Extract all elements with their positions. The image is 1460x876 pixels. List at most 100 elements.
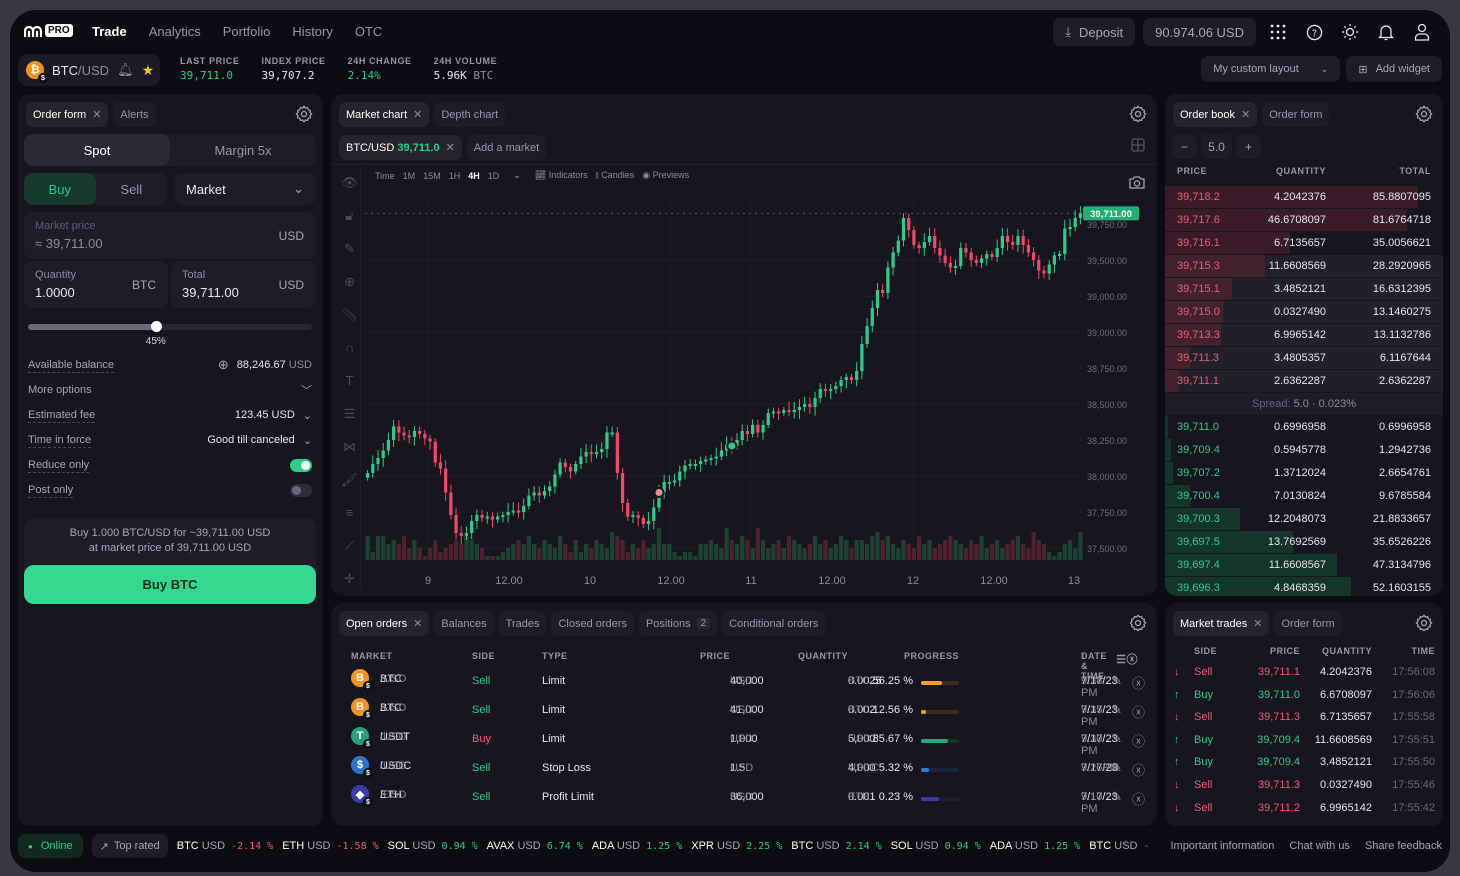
cancel-order-icon[interactable]: ⓧ (1132, 760, 1145, 779)
buy-tab[interactable]: Buy (24, 173, 96, 205)
ask-row[interactable]: 39,715.1 3.4852121 16.6312395 (1165, 278, 1443, 300)
nav-otc[interactable]: OTC (355, 24, 382, 39)
ask-row[interactable]: 39,713.3 6.9965142 13.1132786 (1165, 324, 1443, 346)
order-row[interactable]: B $ BTC/USD Sell Limit 40,000 USD 0.0025 BTC 56… (331, 669, 1157, 702)
tab-order-form[interactable]: Order form (1262, 102, 1330, 127)
buy-btc-button[interactable]: Buy BTC (24, 565, 316, 604)
fib-icon[interactable]: ☰ (339, 397, 360, 430)
interval-4h[interactable]: 4H (468, 171, 480, 181)
footer-link-share-feedback[interactable]: Share feedback (1365, 840, 1442, 852)
previews-button[interactable]: ◉ Previews (642, 170, 689, 181)
tab-market-chart[interactable]: Market chart ✕ (339, 102, 430, 127)
bid-row[interactable]: 39,700.4 7.0130824 9.6785584 (1165, 485, 1443, 507)
bid-row[interactable]: 39,696.3 4.8468359 52.1603155 (1165, 577, 1443, 596)
layout-grid-icon[interactable] (1131, 138, 1145, 152)
top-rated-button[interactable]: ↗ Top rated (91, 834, 168, 858)
ticker-item[interactable]: SOL USD 0.94 % (388, 840, 478, 852)
tab-conditional-orders[interactable]: Conditional orders (722, 611, 826, 636)
lock-icon[interactable]: 🔓︎ (339, 199, 360, 232)
cancel-order-icon[interactable]: ⓧ (1132, 789, 1145, 808)
camera-icon[interactable] (1129, 175, 1145, 189)
ask-row[interactable]: 39,718.2 4.2042376 85.8807095 (1165, 186, 1443, 208)
spot-tab[interactable]: Spot (24, 134, 170, 166)
margin-tab[interactable]: Margin 5x (170, 134, 316, 166)
tab-order-book[interactable]: Order book ✕ (1173, 102, 1258, 127)
tab-positions[interactable]: Positions 2 (638, 611, 718, 636)
sell-tab[interactable]: Sell (96, 173, 168, 205)
total-input[interactable]: Total 39,711.00 USD (171, 261, 316, 308)
help-icon[interactable]: ? (1300, 18, 1328, 46)
bid-row[interactable]: 39,711.0 0.6996958 0.6996958 (1165, 416, 1443, 438)
text-icon[interactable]: T (339, 364, 360, 397)
nav-analytics[interactable]: Analytics (149, 24, 201, 39)
magnet-icon[interactable]: ∩ (339, 331, 360, 364)
alert-bell-icon[interactable]: 🔔︎ (117, 62, 134, 78)
pair-selector[interactable]: ₿ $ BTC/USD 🔔︎ ★ (18, 54, 160, 86)
add-funds-icon[interactable]: ⊕ (218, 357, 229, 373)
ask-row[interactable]: 39,717.6 46.6708097 81.6764718 (1165, 209, 1443, 231)
more-options-row[interactable]: More options ﹀ (28, 381, 312, 399)
ask-row[interactable]: 39,715.3 11.6608569 28.2920965 (1165, 255, 1443, 277)
tab-trades[interactable]: Trades (498, 611, 547, 636)
bell-icon[interactable] (1372, 18, 1400, 46)
settings-gear-icon[interactable] (295, 105, 313, 123)
ask-row[interactable]: 39,716.1 6.7135657 35.0056621 (1165, 232, 1443, 254)
add-widget-button[interactable]: ⊞ Add widget (1346, 56, 1442, 82)
add-market-button[interactable]: Add a market (466, 135, 547, 160)
close-icon[interactable]: ✕ (446, 141, 455, 154)
tab-balances[interactable]: Balances (434, 611, 494, 636)
slider-handle[interactable] (150, 321, 162, 332)
ticker-item[interactable]: BTC USD -2.14 % (177, 840, 273, 852)
user-icon[interactable] (1408, 18, 1436, 46)
edit-pencil-icon[interactable]: ✎ (1111, 673, 1122, 689)
ticker-item[interactable]: XPR USD 2.25 % (691, 840, 782, 852)
tab-order-form[interactable]: Order form ✕ (26, 102, 109, 127)
footer-link-chat-with-us[interactable]: Chat with us (1289, 840, 1350, 852)
ticker-item[interactable]: BTC USD - (1089, 840, 1149, 852)
crosshair-icon[interactable]: ✛ (339, 562, 360, 595)
tab-market-trades[interactable]: Market trades ✕ (1173, 611, 1270, 636)
step-decrease-button[interactable]: − (1172, 134, 1197, 159)
footer-link-important-information[interactable]: Important information (1170, 840, 1274, 852)
ask-row[interactable]: 39,711.3 3.4805357 6.1167644 (1165, 347, 1443, 369)
bid-row[interactable]: 39,697.4 11.6608567 47.3134796 (1165, 554, 1443, 576)
nav-trade[interactable]: Trade (92, 24, 127, 39)
layout-select[interactable]: My custom layout ⌄ (1201, 56, 1341, 82)
bid-row[interactable]: 39,700.3 12.2048073 21.8833657 (1165, 508, 1443, 530)
sell-marker[interactable] (653, 487, 665, 498)
cancel-all-icon[interactable]: ☰ⓧ (1116, 651, 1138, 667)
cancel-order-icon[interactable]: ⓧ (1132, 702, 1145, 721)
nav-history[interactable]: History (292, 24, 332, 39)
interval-15m[interactable]: 15M (423, 171, 441, 181)
order-type-select[interactable]: Market ⌄ (174, 173, 316, 205)
theme-sun-icon[interactable] (1336, 18, 1364, 46)
settings-gear-icon[interactable] (1415, 614, 1433, 632)
close-icon[interactable]: ✕ (413, 617, 422, 630)
candles-button[interactable]: ⫾ Candles (596, 170, 634, 181)
settings-gear-icon[interactable] (1129, 614, 1147, 632)
ticker-item[interactable]: ADA USD 1.25 % (990, 840, 1080, 852)
indicators-button[interactable]: 📈︎ Indicators (535, 170, 588, 181)
interval-1h[interactable]: 1H (449, 171, 461, 181)
logo[interactable]: PRO (24, 24, 73, 37)
candlestick-chart[interactable]: 39,750.00 39,500.00 39,000.00 39,000.00 38,7… (361, 200, 1157, 596)
close-icon[interactable]: ✕ (1253, 617, 1262, 630)
ask-row[interactable]: 39,711.1 2.6362287 2.6362287 (1165, 370, 1443, 392)
ruler-icon[interactable]: 📏︎ (339, 298, 360, 331)
reduce-only-toggle[interactable] (290, 458, 312, 472)
order-row[interactable]: B $ BTC/USD Sell Limit 41,000 USD 0.002 BTC 12.… (331, 698, 1157, 731)
tab-closed-orders[interactable]: Closed orders (551, 611, 634, 636)
estimated-fee-row[interactable]: Estimated fee 123.45 USD ⌄ (28, 406, 312, 424)
step-value[interactable]: 5.0 (1201, 134, 1232, 159)
close-icon[interactable]: ✕ (413, 108, 422, 121)
amount-slider[interactable] (28, 321, 312, 332)
ticker-item[interactable]: BTC USD 2.14 % (791, 840, 881, 852)
ticker-item[interactable]: AVAX USD 6.74 % (487, 840, 583, 852)
cancel-order-icon[interactable]: ⓧ (1132, 673, 1145, 692)
tab-order-form[interactable]: Order form (1274, 611, 1342, 636)
pencil-lock-icon[interactable]: ✎ (339, 232, 360, 265)
tab-btc-usd[interactable]: BTC/USD 39,711.0 ✕ (339, 135, 462, 160)
order-row[interactable]: ◆ $ ETH/USD Sell Profit Limit 36,000 USD 0.001… (331, 785, 1157, 818)
favorite-star-icon[interactable]: ★ (142, 62, 155, 79)
buy-marker[interactable] (726, 440, 738, 452)
